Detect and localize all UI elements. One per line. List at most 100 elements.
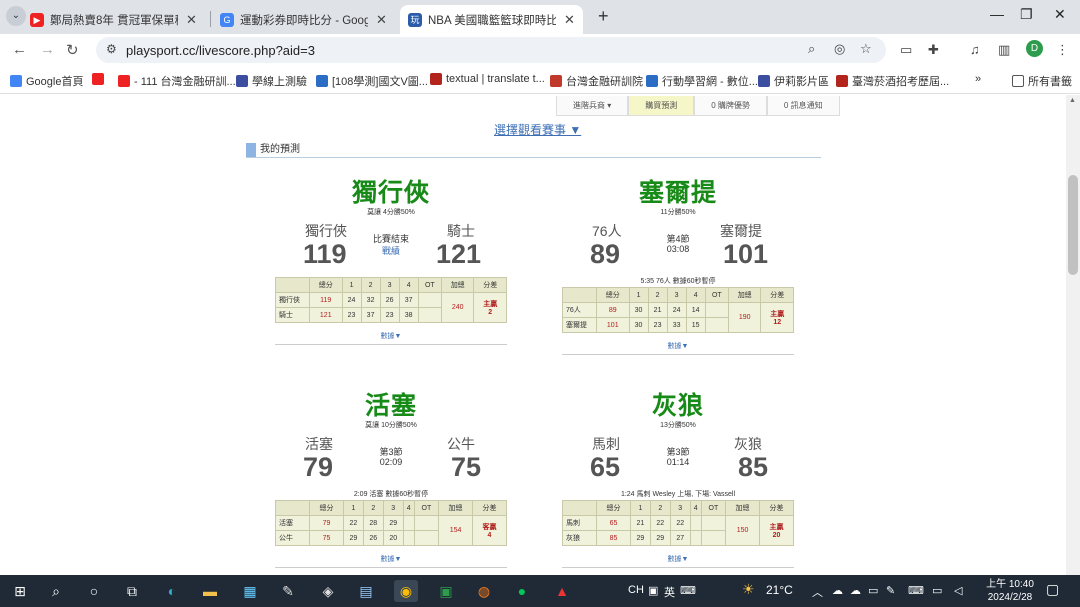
ime-mode[interactable]: 英 xyxy=(664,584,675,600)
notepad-icon[interactable]: ▤ xyxy=(354,580,378,602)
cortana-icon[interactable]: ○ xyxy=(82,580,106,602)
zoom-icon[interactable]: ⌕ xyxy=(808,41,815,57)
store-icon[interactable]: ▦ xyxy=(238,580,262,602)
close-window-button[interactable]: ✕ xyxy=(1054,6,1066,23)
subnav-item-advanced[interactable]: 進階兵商 ▾ xyxy=(556,96,629,116)
site-info-icon[interactable]: ⚙ xyxy=(106,42,117,56)
browser-tab[interactable]: ▶ 鄭局熱賣8年 貫冠軍保單稽職？ ✕ xyxy=(22,5,205,34)
reload-button[interactable]: ↻ xyxy=(66,41,79,59)
away-team-name[interactable]: 活塞 xyxy=(305,434,333,454)
forward-button[interactable]: → xyxy=(40,41,55,58)
maximize-button[interactable]: ❐ xyxy=(1020,6,1033,23)
chrome-icon[interactable]: ◉ xyxy=(394,580,418,602)
minimize-button[interactable]: — xyxy=(990,6,1004,22)
browser-tab[interactable]: G 運動彩券即時比分 - Google 搜 ✕ xyxy=(212,5,395,34)
bookmarks-more-button[interactable]: » xyxy=(975,73,981,85)
weather-temp[interactable]: 21°C xyxy=(766,583,793,597)
predicted-winner: 活塞 xyxy=(364,392,417,420)
edge-icon[interactable]: ◐ xyxy=(160,580,184,602)
total-cell: 79 xyxy=(309,515,344,531)
bookmark-item[interactable]: - 111 台灣金融研訓... xyxy=(118,73,236,89)
acrobat-icon[interactable]: ▲ xyxy=(550,580,574,602)
bookmark-item[interactable]: 伊莉影片區 xyxy=(758,73,829,89)
bookmark-item[interactable]: 台灣金融研訓院 xyxy=(550,73,643,89)
file-explorer-icon[interactable]: ▬ xyxy=(198,580,222,602)
home-team-name[interactable]: 公牛 xyxy=(447,434,475,454)
notification-icon[interactable]: ▢ xyxy=(1046,581,1059,598)
cloud-icon[interactable]: ☁ xyxy=(850,584,861,597)
shield-icon[interactable]: ◈ xyxy=(316,580,340,602)
ime-settings-icon[interactable]: ⌨ xyxy=(680,584,696,597)
bookmark-item[interactable]: textual | translate t... xyxy=(430,73,545,85)
page-scrollbar[interactable]: ▲ xyxy=(1066,95,1080,575)
bookmarks-bar: Google首頁 - 111 台灣金融研訓... 學線上測驗 [108學測]國文V圖.… xyxy=(0,66,1080,94)
new-tab-button[interactable]: + xyxy=(598,6,609,27)
away-team-name[interactable]: 馬刺 xyxy=(592,434,620,454)
address-bar[interactable]: ⚙ playsport.cc/livescore.php?aid=3 ⌕ ◎ ☆ xyxy=(96,37,886,63)
media-icon[interactable]: ♫ xyxy=(970,42,980,57)
subnav-item-buy-prediction[interactable]: 購買預測 xyxy=(628,96,695,116)
back-button[interactable]: ← xyxy=(12,41,27,58)
eye-off-icon[interactable]: ◎ xyxy=(834,41,845,57)
tray-overflow-icon[interactable]: ︿ xyxy=(812,584,823,600)
weather-icon[interactable]: ☀ xyxy=(742,581,755,598)
quarter-cell: 24 xyxy=(666,302,687,318)
bookmark-star-icon[interactable]: ☆ xyxy=(860,41,872,57)
profile-avatar[interactable]: D xyxy=(1026,40,1043,57)
quarter-cell: 23 xyxy=(379,307,400,323)
bookmark-item[interactable]: Google首頁 xyxy=(10,73,83,89)
onedrive-icon[interactable]: ☁ xyxy=(832,584,843,597)
record-link[interactable]: 戰績 xyxy=(359,244,423,257)
home-team-name[interactable]: 灰狼 xyxy=(734,434,762,454)
close-tab-icon[interactable]: ✕ xyxy=(186,12,197,28)
side-panel-icon[interactable]: ▥ xyxy=(998,42,1010,58)
quarter-cell xyxy=(689,530,702,546)
excel-icon[interactable]: ▣ xyxy=(434,580,458,602)
bookmark-item[interactable]: [108學測]國文V圖... xyxy=(316,73,428,89)
ime-icon[interactable]: ▣ xyxy=(648,584,658,597)
volume-icon[interactable]: ◁ xyxy=(954,584,962,597)
close-tab-icon[interactable]: ✕ xyxy=(564,12,575,28)
url-text: playsport.cc/livescore.php?aid=3 xyxy=(126,43,315,58)
pen-icon[interactable]: ✎ xyxy=(886,584,895,597)
browser-tab[interactable]: 玩 NBA 美國職籃籃球即時比分 - 玩 ✕ xyxy=(400,5,583,34)
away-team-name[interactable]: 獨行俠 xyxy=(305,221,347,241)
scrollbar-thumb[interactable] xyxy=(1068,175,1078,275)
keyboard-icon[interactable]: ⌨ xyxy=(908,584,924,597)
network-icon[interactable]: ▭ xyxy=(868,584,878,597)
line-icon[interactable]: ● xyxy=(510,580,534,602)
all-bookmarks-button[interactable]: 所有書籤 xyxy=(1012,73,1072,89)
away-team-name[interactable]: 76人 xyxy=(592,221,622,241)
details-toggle[interactable]: 數據▼ xyxy=(275,331,507,341)
search-icon[interactable]: ⌕ xyxy=(44,580,68,602)
bookmark-item[interactable]: 學線上測驗 xyxy=(236,73,307,89)
total-cell: 85 xyxy=(596,530,631,546)
bookmark-item[interactable]: 臺灣菸酒招考歷屆... xyxy=(836,73,949,89)
close-tab-icon[interactable]: ✕ xyxy=(376,12,387,28)
subnav-item-notifications[interactable]: 0 訊息通知 xyxy=(766,96,840,116)
table-header: 2 xyxy=(362,500,384,516)
menu-icon[interactable]: ⋮ xyxy=(1056,42,1069,58)
cast-icon[interactable]: ▭ xyxy=(900,42,912,58)
details-toggle[interactable]: 數據▼ xyxy=(562,341,794,351)
app-icon[interactable]: ✎ xyxy=(276,580,300,602)
firefox-icon[interactable]: ◍ xyxy=(472,580,496,602)
home-team-name[interactable]: 塞爾提 xyxy=(720,221,762,241)
quarter-cell: 32 xyxy=(360,292,381,308)
subnav-item-advantage[interactable]: 0 購牌優勢 xyxy=(694,96,767,116)
details-toggle[interactable]: 數據▼ xyxy=(562,554,794,564)
table-header-row: 總分 1 2 3 4 OT 加總 分差 xyxy=(275,277,507,293)
bookmark-item[interactable] xyxy=(92,73,108,85)
scroll-up-icon[interactable]: ▲ xyxy=(1069,97,1076,104)
divider xyxy=(562,354,794,355)
extensions-icon[interactable]: ✚ xyxy=(928,42,939,58)
windows-start-icon[interactable]: ⊞ xyxy=(8,580,32,602)
task-view-icon[interactable]: ⧉ xyxy=(120,580,144,602)
select-game-link[interactable]: 選擇觀看賽事 ▼ xyxy=(494,121,581,138)
details-toggle[interactable]: 數據▼ xyxy=(275,554,507,564)
home-team-name[interactable]: 騎士 xyxy=(447,221,475,241)
language-indicator[interactable]: CH xyxy=(628,584,644,596)
system-clock[interactable]: 上午 10:40 2024/2/28 xyxy=(978,578,1042,604)
monitor-icon[interactable]: ▭ xyxy=(932,584,942,597)
bookmark-item[interactable]: 行動學習網 - 數位... xyxy=(646,73,758,89)
